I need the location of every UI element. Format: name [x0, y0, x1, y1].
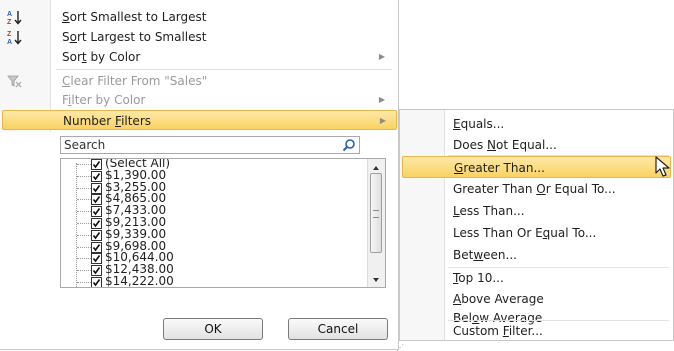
ok-button[interactable]: OK: [163, 318, 263, 340]
svg-text:A: A: [7, 39, 12, 45]
menu-separator: [56, 69, 392, 70]
checkbox[interactable]: [91, 170, 102, 182]
svg-text:Z: Z: [7, 19, 12, 25]
checkbox[interactable]: [91, 159, 102, 170]
checkbox[interactable]: [91, 182, 102, 194]
checkmark-icon: [92, 243, 101, 251]
checkmark-icon: [92, 220, 101, 228]
submenu-arrow-icon: ▶: [379, 116, 386, 125]
tree-connector: [77, 164, 91, 165]
checkbox[interactable]: [91, 218, 102, 229]
number-filters-submenu: Equals... Does Not Equal... Greater Than…: [399, 109, 674, 341]
search-input[interactable]: [61, 137, 334, 153]
between-label: Between...: [453, 248, 517, 262]
equals-label: Equals...: [453, 117, 505, 131]
custom-filter-label: Custom Filter...: [453, 324, 543, 338]
less-than-label: Less Than...: [453, 204, 525, 218]
svg-text:Z: Z: [7, 31, 12, 38]
checkmark-icon: [92, 231, 101, 240]
checkbox-label: $14,222.00: [105, 274, 174, 288]
greater-than-label: Greater Than...: [454, 161, 545, 175]
submenu-item-between[interactable]: Between...: [400, 244, 673, 266]
svg-text:A: A: [7, 11, 12, 18]
checkmark-icon: [92, 161, 101, 169]
menu-item-number-filters[interactable]: Number Filters ▶: [2, 110, 397, 130]
cancel-button[interactable]: Cancel: [288, 318, 388, 340]
tree-connector: [77, 175, 91, 177]
filter-color-label: Filter by Color: [62, 93, 146, 107]
checkmark-icon: [92, 255, 101, 263]
submenu-item-greater-than[interactable]: Greater Than...: [402, 156, 671, 178]
mouse-pointer-icon: [654, 156, 674, 178]
submenu-arrow-icon: ▶: [378, 95, 385, 104]
checkmark-icon: [92, 279, 101, 287]
checkbox[interactable]: [91, 206, 102, 218]
number-filters-label: Number Filters: [63, 114, 152, 128]
top10-label: Top 10...: [453, 271, 504, 285]
sort-desc-label: Sort Largest to Smallest: [62, 30, 207, 44]
search-box: [60, 136, 360, 154]
value-checklist: (Select All) $1,390.00 $3,255.00 $4,865.00 $…: [60, 158, 386, 288]
checkbox[interactable]: [91, 253, 102, 265]
magnifier-icon: [342, 138, 356, 152]
tree-connector: [77, 270, 91, 272]
submenu-item-does-not-equal[interactable]: Does Not Equal...: [400, 134, 673, 156]
tree-connector: [77, 199, 91, 201]
clear-filter-label: Clear Filter From "Sales": [62, 74, 208, 88]
checkbox[interactable]: [91, 229, 102, 241]
menu-item-clear-filter[interactable]: Clear Filter From "Sales": [0, 71, 397, 91]
submenu-arrow-icon: ▶: [378, 52, 385, 61]
clear-filter-icon: [6, 73, 22, 89]
menu-item-filter-by-color[interactable]: Filter by Color ▶: [0, 90, 397, 110]
tree-connector: [77, 211, 91, 213]
checkmark-icon: [92, 196, 101, 204]
submenu-item-equals[interactable]: Equals...: [400, 113, 673, 135]
checkbox[interactable]: [91, 241, 102, 253]
sort-a-to-z-icon: A Z: [6, 9, 22, 26]
sort-z-to-a-icon: Z A: [6, 29, 22, 46]
submenu-item-custom-filter[interactable]: Custom Filter...: [400, 320, 673, 342]
checkmark-icon: [92, 208, 101, 216]
sort-asc-label: Sort Smallest to Largest: [62, 10, 207, 24]
checkmark-icon: [92, 184, 101, 192]
tree-connector: [77, 234, 91, 236]
less-equal-label: Less Than Or Equal To...: [453, 226, 597, 240]
tree-connector: [77, 246, 91, 248]
tree-connector: [77, 258, 91, 260]
submenu-item-top-10[interactable]: Top 10...: [400, 267, 673, 289]
submenu-item-less-than[interactable]: Less Than...: [400, 200, 673, 222]
tree-connector: [77, 282, 91, 283]
menu-item-sort-smallest-to-largest[interactable]: A Z Sort Smallest to Largest: [0, 7, 397, 27]
submenu-item-less-than-or-equal[interactable]: Less Than Or Equal To...: [400, 222, 673, 244]
checkmark-icon: [92, 267, 101, 275]
checkbox[interactable]: [91, 277, 102, 287]
checkmark-icon: [92, 172, 101, 181]
scroll-grip-icon: [373, 210, 379, 218]
scroll-down-arrow-icon[interactable]: [370, 274, 382, 284]
greater-equal-label: Greater Than Or Equal To...: [453, 182, 616, 196]
tree-connector: [77, 223, 91, 224]
sort-color-label: Sort by Color: [62, 50, 141, 64]
submenu-item-greater-than-or-equal[interactable]: Greater Than Or Equal To...: [400, 178, 673, 200]
menu-item-sort-by-color[interactable]: Sort by Color ▶: [0, 47, 397, 67]
tree-connector: [77, 187, 91, 189]
not-equal-label: Does Not Equal...: [453, 138, 557, 152]
checklist-scrollbar[interactable]: [367, 159, 385, 287]
excel-filter-dropdown: A Z Sort Smallest to Largest Z A Sort La…: [0, 0, 674, 351]
checkbox[interactable]: [91, 194, 102, 206]
menu-item-sort-largest-to-smallest[interactable]: Z A Sort Largest to Smallest: [0, 27, 397, 47]
autofilter-menu: A Z Sort Smallest to Largest Z A Sort La…: [0, 0, 399, 350]
scroll-up-arrow-icon[interactable]: [370, 162, 382, 172]
checkbox[interactable]: [91, 265, 102, 277]
scroll-thumb[interactable]: [370, 173, 382, 253]
resize-grip-icon[interactable]: ⋰: [396, 344, 404, 351]
